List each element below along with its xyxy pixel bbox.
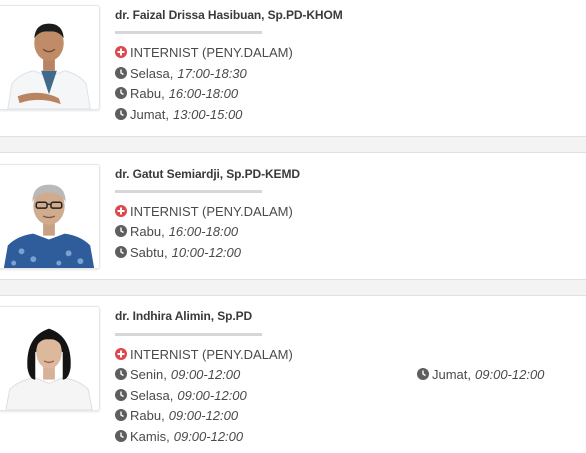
clock-icon — [115, 389, 127, 401]
schedule-day: Selasa, — [130, 387, 174, 403]
schedule-day: Senin, — [130, 366, 167, 382]
clock-icon — [115, 108, 127, 120]
medical-cross-icon — [115, 46, 127, 58]
doctor-photo[interactable] — [0, 164, 100, 269]
schedule-day: Jumat, — [130, 106, 170, 122]
doctor-card[interactable]: dr. Gatut Semiardji, Sp.PD-KEMD INTERNIS… — [0, 152, 586, 280]
name-divider — [115, 190, 262, 193]
doctor-avatar-image — [0, 6, 99, 109]
clock-icon — [417, 368, 429, 380]
doctor-photo[interactable] — [0, 5, 100, 110]
doctor-avatar-image — [0, 165, 99, 268]
doctor-name[interactable]: dr. Indhira Alimin, Sp.PD — [115, 309, 252, 323]
schedule-time: 13:00-15:00 — [173, 106, 243, 122]
doctor-avatar-image — [0, 307, 99, 410]
clock-icon — [115, 246, 127, 258]
specialty-row: INTERNIST (PENY.DALAM) — [115, 203, 293, 219]
specialty-row: INTERNIST (PENY.DALAM) — [115, 346, 293, 362]
doctor-card[interactable]: dr. Faizal Drissa Hasibuan, Sp.PD-KHOM I… — [0, 0, 586, 137]
specialty-row: INTERNIST (PENY.DALAM) — [115, 44, 293, 60]
schedule-row: Rabu, 16:00-18:00 — [115, 223, 238, 239]
schedule-time: 16:00-18:00 — [168, 223, 239, 239]
medical-cross-icon — [115, 205, 127, 217]
clock-icon — [115, 409, 127, 421]
schedule-time: 09:00-12:00 — [168, 407, 239, 423]
schedule-day: Jumat, — [432, 366, 472, 382]
name-divider — [115, 333, 262, 336]
schedule-day: Rabu, — [130, 85, 165, 101]
schedule-time: 09:00-12:00 — [177, 387, 247, 403]
schedule-time: 17:00-18:30 — [177, 65, 247, 81]
clock-icon — [115, 368, 127, 380]
schedule-row: Senin, 09:00-12:00 — [115, 366, 240, 382]
doctor-card[interactable]: dr. Indhira Alimin, Sp.PD INTERNIST (PEN… — [0, 295, 586, 453]
medical-cross-icon — [115, 348, 127, 360]
name-divider — [115, 31, 262, 34]
specialty-label: INTERNIST (PENY.DALAM) — [130, 44, 293, 60]
schedule-row: Sabtu, 10:00-12:00 — [115, 244, 241, 260]
doctor-name[interactable]: dr. Faizal Drissa Hasibuan, Sp.PD-KHOM — [115, 8, 343, 22]
doctor-name[interactable]: dr. Gatut Semiardji, Sp.PD-KEMD — [115, 167, 300, 181]
schedule-time: 16:00-18:00 — [168, 85, 239, 101]
schedule-row: Jumat, 09:00-12:00 — [417, 366, 544, 382]
clock-icon — [115, 67, 127, 79]
schedule-time: 09:00-12:00 — [475, 366, 545, 382]
specialty-label: INTERNIST (PENY.DALAM) — [130, 346, 293, 362]
schedule-time: 10:00-12:00 — [171, 244, 241, 260]
schedule-row: Selasa, 09:00-12:00 — [115, 387, 247, 403]
schedule-day: Kamis, — [130, 428, 170, 444]
schedule-day: Rabu, — [130, 223, 165, 239]
schedule-time: 09:00-12:00 — [173, 428, 244, 444]
schedule-day: Selasa, — [130, 65, 174, 81]
specialty-label: INTERNIST (PENY.DALAM) — [130, 203, 293, 219]
schedule-day: Sabtu, — [130, 244, 168, 260]
schedule-row: Rabu, 09:00-12:00 — [115, 407, 238, 423]
clock-icon — [115, 430, 127, 442]
schedule-row: Jumat, 13:00-15:00 — [115, 106, 242, 122]
schedule-row: Kamis, 09:00-12:00 — [115, 428, 243, 444]
schedule-row: Rabu, 16:00-18:00 — [115, 85, 238, 101]
doctor-photo[interactable] — [0, 306, 100, 411]
schedule-row: Selasa, 17:00-18:30 — [115, 65, 247, 81]
schedule-time: 09:00-12:00 — [170, 366, 241, 382]
schedule-day: Rabu, — [130, 407, 165, 423]
clock-icon — [115, 225, 127, 237]
clock-icon — [115, 87, 127, 99]
